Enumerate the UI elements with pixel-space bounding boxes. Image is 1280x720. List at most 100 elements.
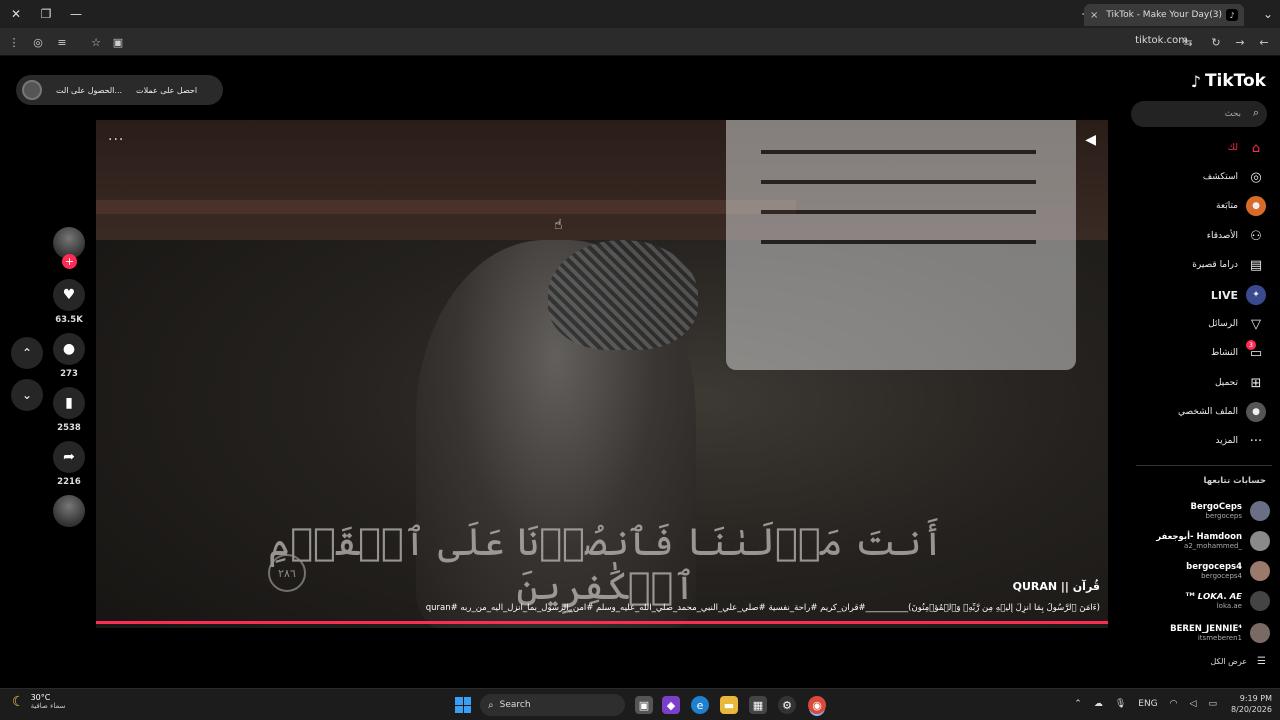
account-avatar [1250, 591, 1270, 611]
browser-tab-tiktok[interactable]: ♪ (3)TikTok - Make Your Day × [1084, 4, 1244, 26]
onedrive-cloud-icon[interactable]: ☁ [1094, 699, 1103, 709]
save-count: 2538 [57, 423, 81, 433]
following-icon: ● [1246, 196, 1266, 216]
compass-icon: ◎ [1250, 169, 1262, 185]
tab-list-chevron-icon[interactable]: ⌄ [1258, 4, 1278, 24]
video-description: (ءَامَنَ ٱلرَّسُولُ بِمَآ أُنزِلَ إِلَيۡ… [425, 603, 1100, 613]
video-background-box [726, 120, 1076, 370]
following-account[interactable]: أبوجعفر- Hamdoon a2_mohammed_ [1130, 528, 1270, 554]
send-icon: ▽ [1251, 316, 1261, 332]
store-icon[interactable]: ▦ [749, 696, 767, 714]
microphone-icon[interactable]: 🎙 [1115, 699, 1126, 709]
menu-dots-icon[interactable]: ⋮ [6, 34, 22, 50]
see-all-link[interactable]: عرض الكل ☰ [1210, 656, 1266, 667]
tab-search-icon[interactable]: ≡ [54, 34, 70, 50]
search-input[interactable]: بحث ⌕ [1131, 101, 1267, 127]
search-placeholder: بحث [1224, 109, 1241, 119]
taskbar-search[interactable]: ⌕ Search [480, 694, 625, 716]
wifi-icon[interactable]: ◠ [1170, 699, 1178, 709]
customize-icon[interactable]: ⇆ [1180, 34, 1196, 50]
user-avatar[interactable] [22, 80, 42, 100]
like-heart-icon[interactable]: ♥ [53, 279, 85, 311]
forward-icon[interactable]: → [1232, 34, 1248, 50]
comment-icon[interactable]: ● [53, 333, 85, 365]
creator-avatar[interactable]: + [53, 227, 85, 269]
windows-start-icon[interactable] [455, 697, 471, 713]
window-restore-icon[interactable]: ❐ [36, 4, 56, 24]
tiktok-favicon-icon: ♪ [1226, 9, 1238, 21]
sidebar-item-drama[interactable]: دراما قصيرة ▤ [1192, 255, 1266, 275]
sidebar-divider [1136, 465, 1272, 466]
search-icon[interactable]: ⌕ [1253, 106, 1259, 120]
sidebar-item-upload[interactable]: تحميل ⊞ [1215, 373, 1266, 393]
video-more-icon[interactable]: ··· [108, 132, 124, 148]
drama-icon: ▤ [1249, 257, 1263, 273]
volume-icon[interactable]: ◁ [1190, 699, 1197, 709]
search-icon: ⌕ [488, 699, 494, 711]
ayah-number-badge: ٢٨٦ [268, 554, 306, 592]
following-account[interactable]: ᵀᴹ 𝙇𝙊𝙆𝘼. 𝘼𝙀 loka.ae [1130, 588, 1270, 614]
bookmark-icon[interactable]: ▮ [53, 387, 85, 419]
sidebar-item-live[interactable]: LIVE ✦ [1211, 285, 1266, 305]
tiktok-page: الحصول على الت... احصل على عملات ··· ◀ أ… [0, 57, 1280, 688]
video-progress-bar[interactable] [96, 621, 1108, 624]
following-account[interactable]: BergoCeps bergoceps [1130, 498, 1270, 524]
share-icon[interactable]: ➦ [53, 441, 85, 473]
window-minimize-icon[interactable]: — [66, 4, 86, 24]
follow-plus-icon[interactable]: + [62, 254, 77, 269]
previous-video-chevron-up-icon[interactable]: ⌃ [11, 337, 43, 369]
following-account[interactable]: BEREN_JENNIE⁴ itsmeberen1 [1130, 620, 1270, 646]
settings-gear-icon[interactable]: ⚙ [778, 696, 796, 714]
get-app-pill[interactable]: الحصول على الت... احصل على عملات [16, 75, 223, 105]
language-indicator[interactable]: ENG [1138, 699, 1157, 709]
tab-title: (3)TikTok - Make Your Day [1106, 10, 1222, 20]
music-disc-avatar[interactable] [53, 495, 85, 527]
video-arabic-overlay: أَنتَ مَوۡلَىٰنَا فَٱنصُرۡنَا عَلَى ٱلۡق… [267, 520, 945, 608]
get-app-link[interactable]: الحصول على الت... [56, 86, 122, 95]
tab-close-icon[interactable]: × [1090, 10, 1098, 21]
share-count: 2216 [57, 477, 81, 487]
clock[interactable]: 9:19 PM 8/20/2026 [1231, 693, 1272, 715]
mouse-cursor-icon: ☝ [554, 217, 563, 233]
sidebar-item-following[interactable]: متابَعة ● [1216, 196, 1266, 216]
battery-icon[interactable]: ▭ [1208, 699, 1217, 709]
moon-icon: ☾ [12, 693, 25, 710]
tray-chevron-up-icon[interactable]: ⌃ [1074, 699, 1082, 709]
like-count: 63.5K [55, 315, 83, 325]
sidebar-item-profile[interactable]: الملف الشخصي ● [1178, 402, 1266, 422]
video-player[interactable]: ··· ◀ أَنتَ مَوۡلَىٰنَا فَٱنصُرۡنَا عَلَ… [96, 120, 1108, 628]
live-icon: ✦ [1246, 285, 1266, 305]
browser-toolbar: ⋮ ◎ ≡ ☆ ▣ tiktok.com ⇆ ↻ → ← [0, 28, 1280, 56]
more-icon: ··· [1249, 433, 1263, 449]
account-avatar [1250, 501, 1270, 521]
volume-icon[interactable]: ◀ [1085, 132, 1096, 148]
account-avatar [1250, 561, 1270, 581]
sidebar-item-more[interactable]: المزيد ··· [1215, 431, 1266, 451]
sidebar-item-messages[interactable]: الرسائل ▽ [1208, 314, 1266, 334]
next-video-chevron-down-icon[interactable]: ⌄ [11, 379, 43, 411]
tiktok-logo[interactable]: ♪ TikTok [1191, 71, 1266, 91]
translate-icon[interactable]: ▣ [110, 34, 126, 50]
star-icon[interactable]: ☆ [88, 34, 104, 50]
reload-icon[interactable]: ↻ [1208, 34, 1224, 50]
account-avatar [1250, 623, 1270, 643]
video-author[interactable]: QURAN || قُرآن [1013, 580, 1100, 593]
activity-icon: ▭ 3 [1246, 340, 1266, 363]
task-view-icon[interactable]: ▣ [635, 696, 653, 714]
browser-tab-strip: ✕ ❐ — + ♪ (3)TikTok - Make Your Day × ⌄ [0, 0, 1280, 28]
get-coins-link[interactable]: احصل على عملات [136, 86, 197, 95]
sidebar-item-activity[interactable]: النشاط ▭ 3 [1211, 340, 1266, 363]
sidebar-item-foryou[interactable]: لك ⌂ [1228, 138, 1266, 158]
window-close-icon[interactable]: ✕ [6, 4, 26, 24]
edge-icon[interactable]: e [691, 696, 709, 714]
sidebar-item-explore[interactable]: استكشف ◎ [1203, 167, 1266, 187]
chrome-icon[interactable]: ◉ [808, 696, 826, 714]
following-account[interactable]: bergoceps4 bergoceps4 [1130, 558, 1270, 584]
copilot-icon[interactable]: ◆ [662, 696, 680, 714]
weather-widget[interactable]: ☾ 30°C سماء صافية [12, 693, 65, 710]
extension-icon[interactable]: ◎ [30, 34, 46, 50]
sidebar-item-friends[interactable]: الأصدقاء ⚇ [1207, 226, 1266, 246]
back-icon[interactable]: ← [1256, 34, 1272, 50]
file-explorer-icon[interactable]: ▬ [720, 696, 738, 714]
upload-icon: ⊞ [1250, 375, 1262, 391]
